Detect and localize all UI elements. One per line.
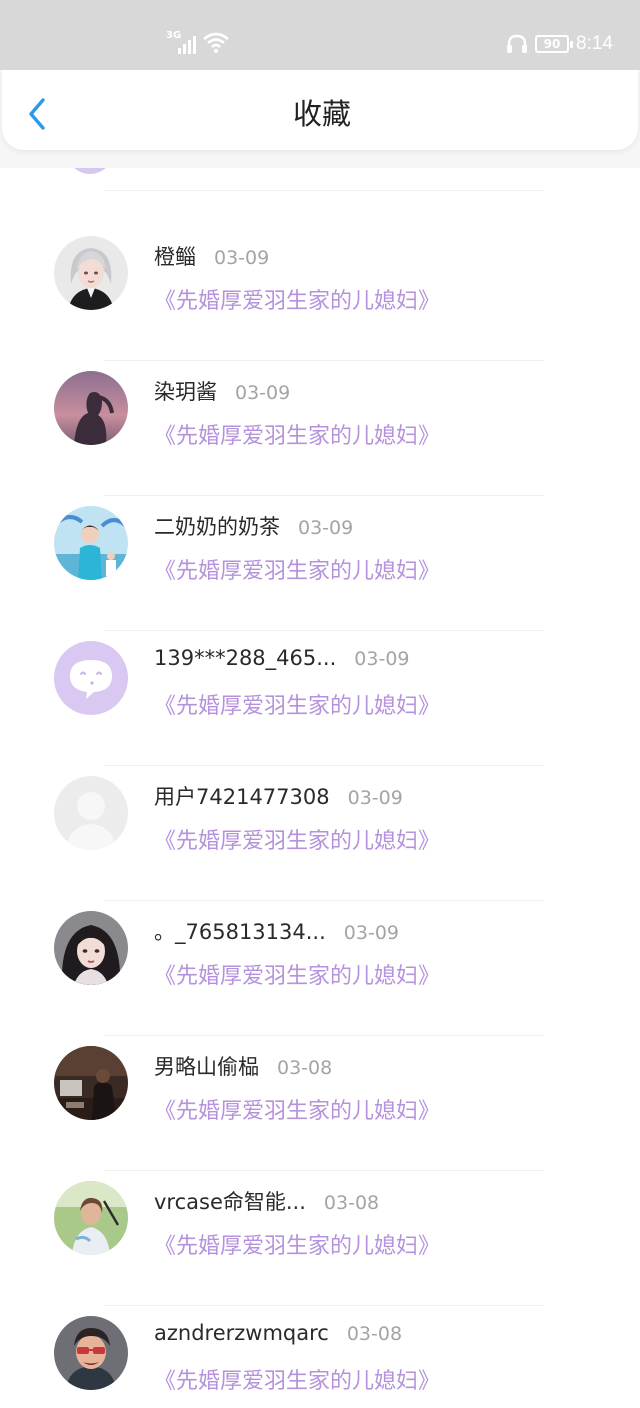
date-label: 03-09 [347, 787, 403, 809]
book-title-link[interactable]: 《先婚厚爱羽生家的儿媳妇》 [154, 688, 440, 720]
avatar-default-chat-bubble-icon [54, 641, 128, 715]
date-label: 03-09 [343, 922, 399, 944]
name-row: 二奶奶的奶茶 03-09 [154, 511, 353, 541]
avatar[interactable] [54, 1046, 128, 1120]
list-item[interactable]: 二奶奶的奶茶 03-09 《先婚厚爱羽生家的儿媳妇》 [0, 473, 640, 631]
list-item[interactable]: 橙鲻 03-09 《先婚厚爱羽生家的儿媳妇》 [0, 203, 640, 361]
user-name: 用户7421477308 [154, 785, 330, 809]
avatar[interactable] [54, 776, 128, 850]
signal-icon [178, 36, 196, 54]
list-item[interactable]: 139***288_465... 03-09 《先婚厚爱羽生家的儿媳妇》 [0, 608, 640, 766]
date-label: 03-09 [354, 648, 410, 670]
avatar[interactable] [54, 641, 128, 715]
date-label: 03-08 [323, 1192, 380, 1214]
name-row: vrcase命智能... 03-08 [154, 1186, 379, 1216]
list-item[interactable]: vrcase命智能... 03-08 《先婚厚爱羽生家的儿媳妇》 [0, 1148, 640, 1306]
avatar[interactable] [54, 371, 128, 445]
avatar-sunset-silhouette-icon [54, 371, 128, 445]
battery-icon: 90 [535, 35, 573, 53]
avatar-anime-girl-icon [54, 911, 128, 985]
avatar[interactable] [54, 506, 128, 580]
date-label: 03-09 [298, 517, 354, 539]
avatar-tennis-player-icon [54, 1181, 128, 1255]
avatar[interactable] [54, 1181, 128, 1255]
favorites-list[interactable]: 橙鲻 03-09 《先婚厚爱羽生家的儿媳妇》 染玥酱 03-09 《先婚厚爱羽生… [0, 168, 640, 1408]
user-name: azndrerzwmqarc [154, 1321, 329, 1345]
book-title-link[interactable]: 《先婚厚爱羽生家的儿媳妇》 [154, 418, 440, 450]
wifi-icon [203, 32, 229, 53]
user-name: 男略山偷榀 [154, 1055, 259, 1079]
avatar-default-person-icon [54, 776, 128, 850]
user-name: 。_765813134... [154, 920, 326, 944]
name-row: 染玥酱 03-09 [154, 376, 290, 406]
page-title: 收藏 [292, 97, 351, 131]
name-row: azndrerzwmqarc 03-08 [154, 1321, 402, 1345]
book-title-link[interactable]: 《先婚厚爱羽生家的儿媳妇》 [154, 958, 440, 990]
list-item[interactable]: 男略山偷榀 03-08 《先婚厚爱羽生家的儿媳妇》 [0, 1013, 640, 1171]
name-row: 139***288_465... 03-09 [154, 646, 410, 670]
date-label: 03-08 [277, 1057, 333, 1079]
name-row: 用户7421477308 03-09 [154, 781, 403, 811]
list-item[interactable]: 。_765813134... 03-09 《先婚厚爱羽生家的儿媳妇》 [0, 878, 640, 1036]
book-title-link[interactable]: 《先婚厚爱羽生家的儿媳妇》 [154, 553, 440, 585]
book-title-link[interactable]: 《先婚厚爱羽生家的儿媳妇》 [154, 283, 440, 315]
date-label: 03-08 [346, 1323, 403, 1345]
header: 收藏 [0, 70, 640, 168]
avatar-skater-blue-icon [54, 506, 128, 580]
list-item[interactable]: 染玥酱 03-09 《先婚厚爱羽生家的儿媳妇》 [0, 338, 640, 496]
header-bar: 收藏 [2, 70, 638, 150]
avatar[interactable] [54, 911, 128, 985]
user-name: vrcase命智能... [154, 1190, 306, 1214]
user-name: 二奶奶的奶茶 [154, 515, 280, 539]
user-name: 染玥酱 [154, 380, 217, 404]
list-item[interactable]: azndrerzwmqarc 03-08 《先婚厚爱羽生家的儿媳妇》 [0, 1283, 640, 1408]
book-title-link[interactable]: 《先婚厚爱羽生家的儿媳妇》 [154, 823, 440, 855]
headphone-icon [507, 34, 527, 53]
avatar[interactable] [54, 236, 128, 310]
user-name: 橙鲻 [154, 245, 196, 269]
book-title-link[interactable]: 《先婚厚爱羽生家的儿媳妇》 [154, 1093, 440, 1125]
status-bar: 3G 90 8:14 [0, 0, 640, 70]
clock: 8:14 [576, 33, 613, 54]
name-row: 橙鲻 03-09 [154, 241, 269, 271]
name-row: 。_765813134... 03-09 [154, 916, 399, 946]
user-name: 139***288_465... [154, 646, 337, 670]
divider [104, 190, 544, 191]
avatar-desk-photo-icon [54, 1046, 128, 1120]
list-item[interactable]: 用户7421477308 03-09 《先婚厚爱羽生家的儿媳妇》 [0, 743, 640, 901]
avatar[interactable] [54, 1316, 128, 1390]
avatar [66, 168, 114, 174]
avatar-cartoon-man-icon [54, 1316, 128, 1390]
date-label: 03-09 [235, 382, 291, 404]
name-row: 男略山偷榀 03-08 [154, 1051, 332, 1081]
date-label: 03-09 [214, 247, 270, 269]
book-title-link[interactable]: 《先婚厚爱羽生家的儿媳妇》 [154, 1363, 440, 1395]
book-title-link[interactable]: 《先婚厚爱羽生家的儿媳妇》 [154, 1228, 440, 1260]
avatar-silver-hair-girl-icon [54, 236, 128, 310]
